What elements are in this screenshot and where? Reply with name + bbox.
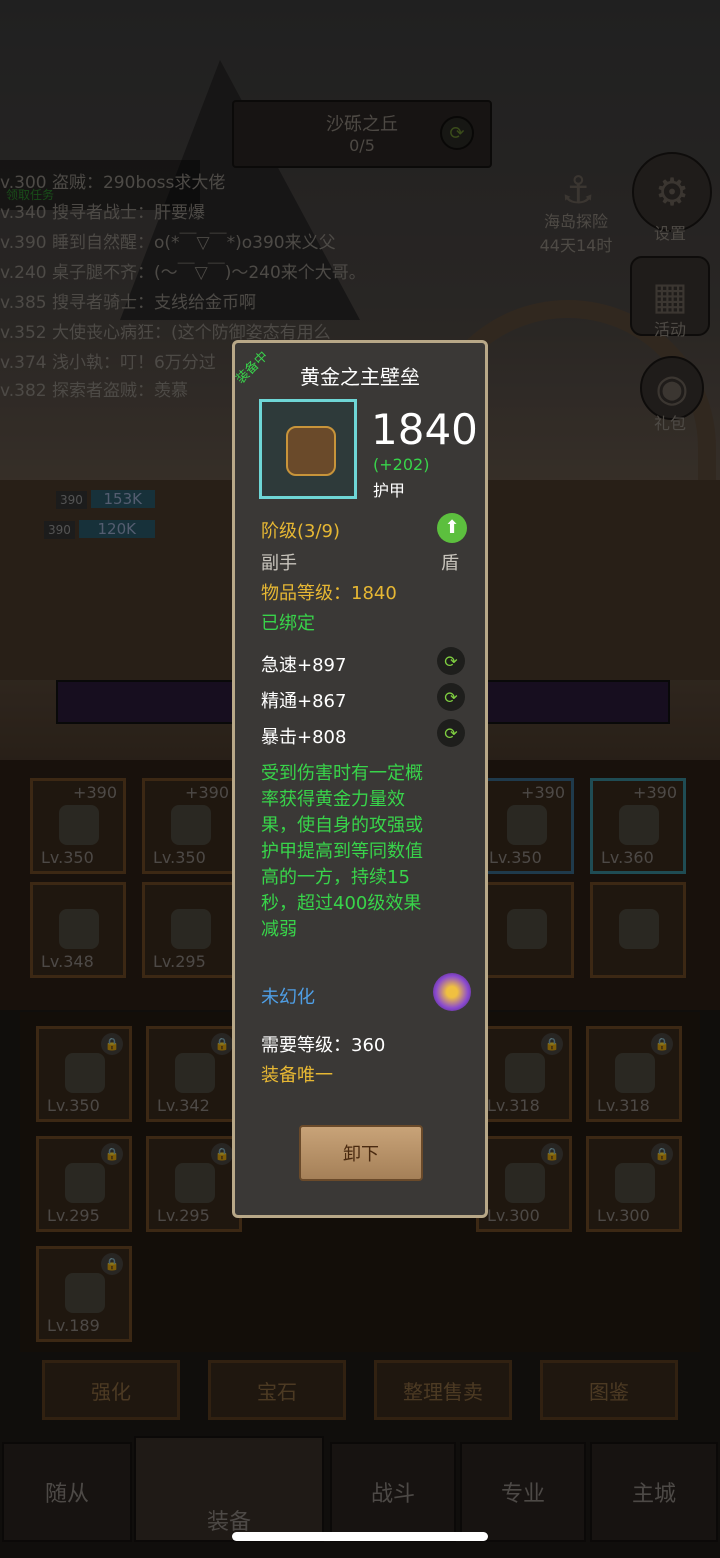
item-slot: 副手 [261, 553, 297, 574]
stat-haste: 急速+897 [261, 655, 347, 676]
armor-bonus: (+202) [373, 455, 430, 474]
reroll-icon[interactable]: ⟳ [437, 719, 465, 747]
stat-mastery: 精通+867 [261, 691, 347, 712]
reroll-icon[interactable]: ⟳ [437, 683, 465, 711]
item-effect-description: 受到伤害时有一定概率获得黄金力量效果，使自身的攻强或护甲提高到等同数值高的一方，… [261, 763, 423, 940]
stat-crit: 暴击+808 [261, 727, 347, 748]
item-level: 物品等级：1840 [261, 583, 397, 604]
item-tooltip-popup: 装备中 黄金之主壁垒 1840 (+202) 护甲 阶级(3/9) ⬆ 副手 盾… [232, 340, 488, 1218]
upgrade-arrow-icon[interactable]: ⬆ [437, 513, 467, 543]
shield-icon [286, 426, 336, 476]
armor-label: 护甲 [373, 481, 406, 500]
transmog-status: 未幻化 [261, 987, 315, 1008]
unique-equip: 装备唯一 [261, 1065, 333, 1086]
home-indicator[interactable] [232, 1532, 488, 1541]
item-icon-frame [259, 399, 357, 499]
item-title: 黄金之主壁垒 [300, 365, 420, 389]
unequip-button[interactable]: 卸下 [299, 1125, 423, 1181]
armor-value: 1840 [371, 405, 478, 454]
item-type: 盾 [441, 553, 459, 574]
reroll-icon[interactable]: ⟳ [437, 647, 465, 675]
bound-status: 已绑定 [261, 613, 315, 634]
item-tier: 阶级(3/9) [261, 521, 341, 542]
required-level: 需要等级：360 [261, 1035, 386, 1056]
transmog-orb-icon[interactable] [433, 973, 471, 1011]
